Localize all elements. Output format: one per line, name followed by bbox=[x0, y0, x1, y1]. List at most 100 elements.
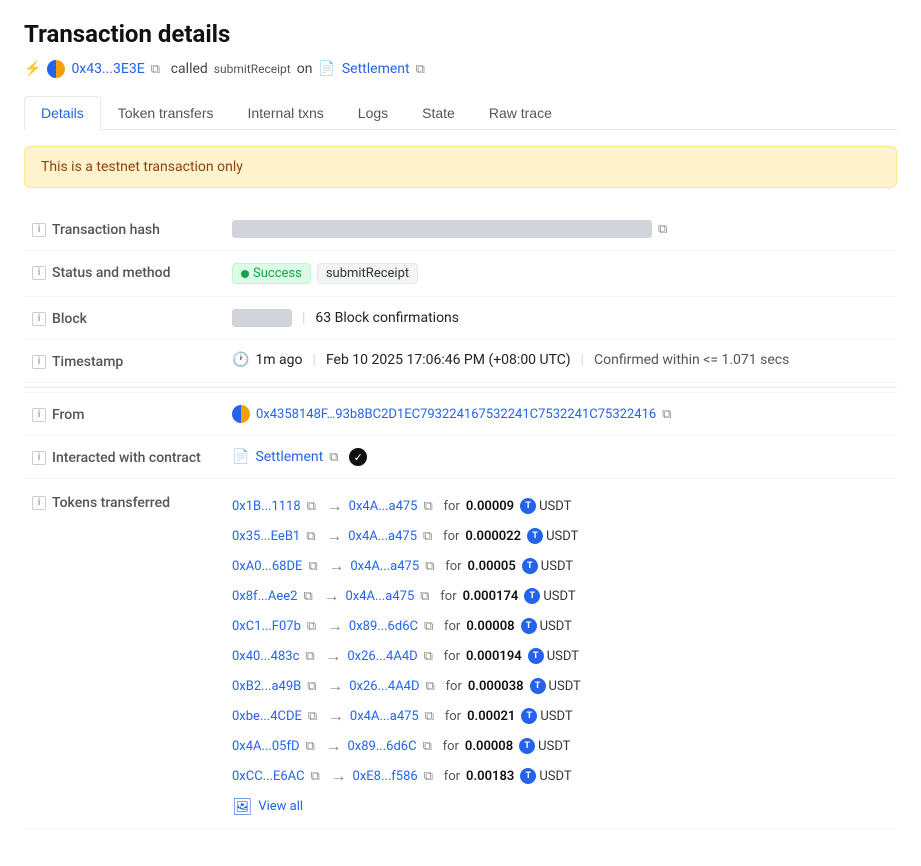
copy-token-from-3[interactable]: ⧉ bbox=[303, 589, 317, 603]
tab-state[interactable]: State bbox=[405, 96, 472, 129]
from-value: 0x4358148F…93b8BC2D1EC793224167532241C75… bbox=[232, 405, 889, 423]
token-from-7[interactable]: 0xbe...4CDE bbox=[232, 709, 302, 724]
copy-token-to-2[interactable]: ⧉ bbox=[425, 559, 439, 573]
token-from-2[interactable]: 0xA0...68DE bbox=[232, 559, 302, 574]
token-to-1[interactable]: 0x4A...a475 bbox=[348, 529, 417, 544]
copy-token-to-0[interactable]: ⧉ bbox=[424, 499, 438, 513]
interacted-info-icon[interactable]: i bbox=[32, 451, 46, 465]
tab-raw-trace[interactable]: Raw trace bbox=[472, 96, 569, 129]
from-address[interactable]: 0x4358148F…93b8BC2D1EC793224167532241C75… bbox=[256, 407, 656, 422]
arrow-1: → bbox=[326, 526, 342, 546]
copy-token-from-7[interactable]: ⧉ bbox=[308, 709, 322, 723]
copy-token-from-6[interactable]: ⧉ bbox=[307, 679, 321, 693]
copy-token-from-8[interactable]: ⧉ bbox=[306, 739, 320, 753]
tokens-info-icon[interactable]: i bbox=[32, 496, 46, 510]
copy-token-to-7[interactable]: ⧉ bbox=[425, 709, 439, 723]
token-name-7: USDT bbox=[540, 709, 572, 724]
copy-token-to-4[interactable]: ⧉ bbox=[424, 619, 438, 633]
token-transfer-row-7: 0xbe...4CDE ⧉ → 0x4A...a475 ⧉ for 0.0002… bbox=[232, 701, 889, 731]
copy-token-to-1[interactable]: ⧉ bbox=[423, 529, 437, 543]
interacted-label: Interacted with contract bbox=[52, 450, 201, 466]
token-amount-5: 0.000194 bbox=[466, 649, 522, 664]
copy-token-from-0[interactable]: ⧉ bbox=[307, 499, 321, 513]
copy-hash[interactable]: ⧉ bbox=[658, 222, 672, 236]
token-from-1[interactable]: 0x35...EeB1 bbox=[232, 529, 300, 544]
token-amount-0: 0.00009 bbox=[466, 499, 514, 514]
copy-token-from-9[interactable]: ⧉ bbox=[311, 769, 325, 783]
timestamp-info-icon[interactable]: i bbox=[32, 355, 46, 369]
token-to-4[interactable]: 0x89...6d6C bbox=[349, 619, 418, 634]
token-from-9[interactable]: 0xCC...E6AC bbox=[232, 769, 305, 784]
arrow-5: → bbox=[325, 646, 341, 666]
token-icon-1: T bbox=[527, 528, 543, 544]
token-to-7[interactable]: 0x4A...a475 bbox=[350, 709, 419, 724]
tokens-list: 0x1B...1118 ⧉ → 0x4A...a475 ⧉ for 0.0000… bbox=[232, 491, 889, 816]
tab-internal-txns[interactable]: Internal txns bbox=[231, 96, 341, 129]
block-info-icon[interactable]: i bbox=[32, 312, 46, 326]
arrow-2: → bbox=[328, 556, 344, 576]
copy-token-to-6[interactable]: ⧉ bbox=[426, 679, 440, 693]
token-from-4[interactable]: 0xC1...F07b bbox=[232, 619, 301, 634]
token-badge-3: T USDT bbox=[524, 588, 575, 604]
copy-caller[interactable]: ⧉ bbox=[151, 62, 165, 76]
copy-token-from-2[interactable]: ⧉ bbox=[308, 559, 322, 573]
method-label: submitReceipt bbox=[214, 62, 291, 76]
status-info-icon[interactable]: i bbox=[32, 266, 46, 280]
token-from-0[interactable]: 0x1B...1118 bbox=[232, 499, 301, 514]
contract-file-icon: 📄 bbox=[318, 61, 335, 77]
tab-logs[interactable]: Logs bbox=[341, 96, 405, 129]
copy-token-from-5[interactable]: ⧉ bbox=[305, 649, 319, 663]
hash-blurred bbox=[232, 220, 652, 238]
copy-token-to-3[interactable]: ⧉ bbox=[420, 589, 434, 603]
copy-from[interactable]: ⧉ bbox=[662, 407, 676, 421]
preposition-label: on bbox=[297, 61, 313, 77]
interacted-value: 📄 Settlement ⧉ ✓ bbox=[232, 448, 889, 466]
copy-token-from-4[interactable]: ⧉ bbox=[307, 619, 321, 633]
token-icon-0: T bbox=[520, 498, 536, 514]
copy-contract[interactable]: ⧉ bbox=[416, 62, 430, 76]
token-to-2[interactable]: 0x4A...a475 bbox=[350, 559, 419, 574]
token-icon-3: T bbox=[524, 588, 540, 604]
view-all-link[interactable]: 🖼 View all bbox=[232, 797, 889, 816]
details-table: i Transaction hash ⧉ i Status and method bbox=[24, 208, 897, 829]
caller-avatar bbox=[47, 60, 65, 78]
contract-name-link[interactable]: Settlement bbox=[342, 61, 410, 77]
testnet-banner: This is a testnet transaction only bbox=[24, 146, 897, 188]
tab-details[interactable]: Details bbox=[24, 96, 101, 130]
transaction-subtitle: ⚡ 0x43...3E3E ⧉ called submitReceipt on … bbox=[24, 60, 897, 78]
token-to-0[interactable]: 0x4A...a475 bbox=[349, 499, 418, 514]
copy-token-to-5[interactable]: ⧉ bbox=[424, 649, 438, 663]
token-to-5[interactable]: 0x26...4A4D bbox=[347, 649, 417, 664]
hash-info-icon[interactable]: i bbox=[32, 223, 46, 237]
copy-token-to-8[interactable]: ⧉ bbox=[423, 739, 437, 753]
from-label: From bbox=[52, 407, 84, 423]
caller-address[interactable]: 0x43...3E3E bbox=[71, 61, 144, 77]
token-amount-4: 0.00008 bbox=[466, 619, 514, 634]
token-from-8[interactable]: 0x4A...05fD bbox=[232, 739, 300, 754]
copy-token-from-1[interactable]: ⧉ bbox=[306, 529, 320, 543]
block-number-blurred bbox=[232, 309, 292, 327]
copy-settlement[interactable]: ⧉ bbox=[329, 450, 343, 464]
token-icon-2: T bbox=[522, 558, 538, 574]
from-info-icon[interactable]: i bbox=[32, 408, 46, 422]
token-icon-9: T bbox=[520, 768, 536, 784]
tab-token-transfers[interactable]: Token transfers bbox=[101, 96, 231, 129]
token-name-4: USDT bbox=[540, 619, 572, 634]
token-amount-3: 0.000174 bbox=[463, 589, 519, 604]
token-to-3[interactable]: 0x4A...a475 bbox=[345, 589, 414, 604]
copy-token-to-9[interactable]: ⧉ bbox=[424, 769, 438, 783]
view-all-icon: 🖼 bbox=[232, 797, 252, 816]
token-to-8[interactable]: 0x89...6d6C bbox=[348, 739, 417, 754]
status-text: Success bbox=[253, 266, 302, 281]
token-from-6[interactable]: 0xB2...a49B bbox=[232, 679, 301, 694]
token-to-6[interactable]: 0x26...4A4D bbox=[349, 679, 419, 694]
token-name-0: USDT bbox=[539, 499, 571, 514]
transaction-hash-value: ⧉ bbox=[232, 220, 889, 238]
token-icon-7: T bbox=[521, 708, 537, 724]
token-from-5[interactable]: 0x40...483c bbox=[232, 649, 299, 664]
settlement-link[interactable]: Settlement bbox=[255, 449, 323, 465]
token-amount-7: 0.00021 bbox=[467, 709, 515, 724]
token-from-3[interactable]: 0x8f...Aee2 bbox=[232, 589, 297, 604]
token-to-9[interactable]: 0xE8...f586 bbox=[353, 769, 418, 784]
status-value: Success submitReceipt bbox=[232, 263, 889, 284]
